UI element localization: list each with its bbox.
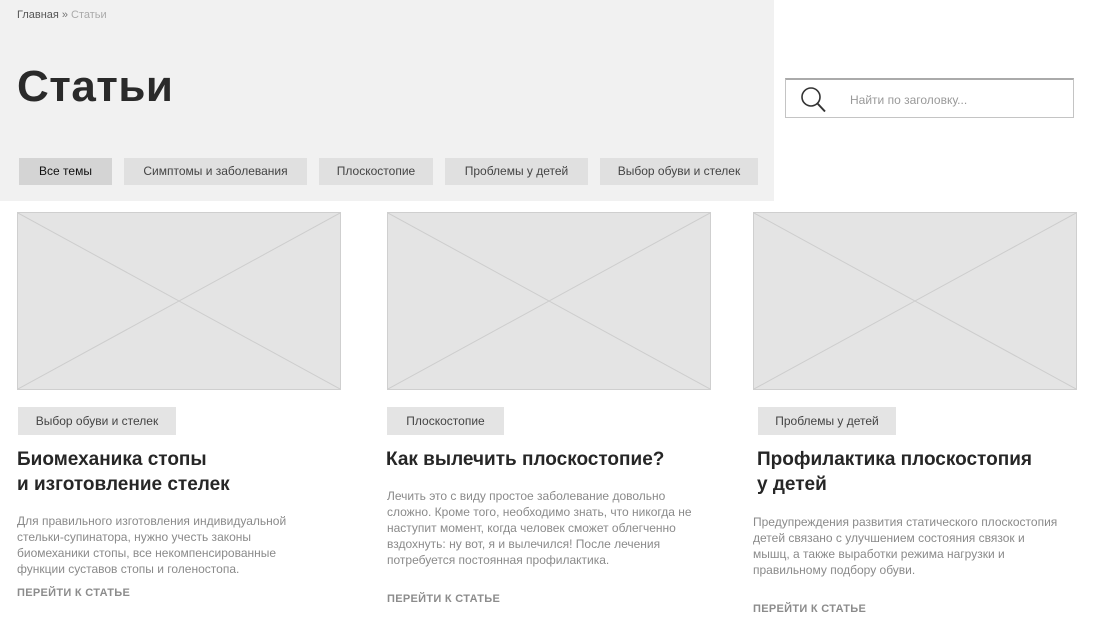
article-title-line: Профилактика плоскостопия bbox=[757, 449, 1032, 470]
read-article-link[interactable]: ПЕРЕЙТИ К СТАТЬЕ bbox=[17, 587, 130, 599]
article-tag[interactable]: Выбор обуви и стелек bbox=[18, 407, 176, 435]
article-description: Для правильного изготовления индивидуаль… bbox=[17, 514, 287, 576]
article-title-line: и изготовление стелек bbox=[17, 474, 230, 495]
article-description: Лечить это с виду простое заболевание до… bbox=[387, 489, 692, 567]
tab-shoes-insoles[interactable]: Выбор обуви и стелек bbox=[600, 158, 758, 185]
tab-children-problems[interactable]: Проблемы у детей bbox=[445, 158, 588, 185]
breadcrumb-current: Статьи bbox=[71, 9, 107, 21]
search-icon[interactable] bbox=[798, 86, 828, 114]
breadcrumb-separator: » bbox=[61, 9, 68, 21]
article-title[interactable]: Как вылечить плоскостопие? bbox=[386, 447, 716, 472]
breadcrumb-home-link[interactable]: Главная bbox=[17, 9, 59, 21]
article-title-line: Биомеханика стопы bbox=[17, 449, 207, 470]
tab-all-topics[interactable]: Все темы bbox=[19, 158, 112, 185]
read-article-link[interactable]: ПЕРЕЙТИ К СТАТЬЕ bbox=[753, 603, 866, 615]
article-tag[interactable]: Плоскостопие bbox=[387, 407, 504, 435]
article-title-line: у детей bbox=[757, 474, 827, 495]
hero-section: Главная» Статьи Статьи Все темы Симптомы … bbox=[0, 0, 774, 201]
page-title: Статьи bbox=[17, 62, 174, 111]
article-title[interactable]: Профилактика плоскостопия у детей bbox=[757, 447, 1087, 497]
article-title[interactable]: Биомеханика стопы и изготовление стелек bbox=[17, 447, 347, 497]
tab-flatfoot[interactable]: Плоскостопие bbox=[319, 158, 433, 185]
search-input[interactable] bbox=[848, 86, 1067, 114]
search-box[interactable] bbox=[785, 78, 1074, 118]
tab-symptoms-diseases[interactable]: Симптомы и заболевания bbox=[124, 158, 307, 185]
breadcrumb: Главная» Статьи bbox=[17, 9, 107, 21]
article-image-placeholder[interactable] bbox=[753, 212, 1077, 390]
read-article-link[interactable]: ПЕРЕЙТИ К СТАТЬЕ bbox=[387, 593, 500, 605]
article-tag[interactable]: Проблемы у детей bbox=[758, 407, 896, 435]
article-description: Предупреждения развития статического пло… bbox=[753, 515, 1058, 577]
article-image-placeholder[interactable] bbox=[17, 212, 341, 390]
article-image-placeholder[interactable] bbox=[387, 212, 711, 390]
